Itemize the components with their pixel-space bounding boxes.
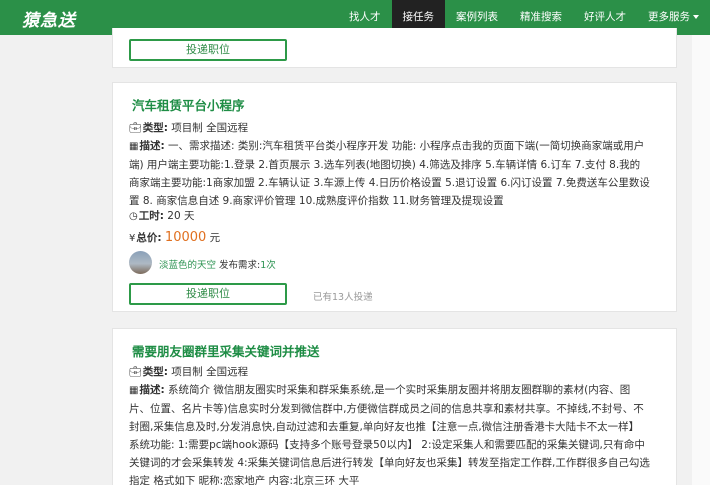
- briefcase-icon: 💼︎: [129, 367, 142, 378]
- job-card: 需要朋友圈群里采集关键词并推送 💼︎类型: 项目制 全国远程 ▦描述: 系统简介…: [112, 328, 677, 485]
- total-label: 总价:: [136, 232, 162, 244]
- apply-button[interactable]: 投递职位: [129, 39, 287, 61]
- job-title[interactable]: 汽车租赁平台小程序: [132, 95, 245, 114]
- user-name[interactable]: 淡蓝色的天空: [159, 257, 216, 271]
- desc-label: 描述:: [139, 140, 165, 152]
- job-type: 项目制 全国远程: [171, 366, 249, 378]
- nav-more-services-label: 更多服务: [648, 11, 690, 23]
- job-card: 汽车租赁平台小程序 💼︎类型: 项目制 全国远程 ▦描述: 一、需求描述: 类别…: [112, 82, 677, 312]
- user-avatar[interactable]: [129, 251, 152, 274]
- job-price-row: ¥总价: 10000 元: [129, 231, 220, 246]
- price-unit: 元: [209, 232, 221, 244]
- posted-label: 发布需求:: [219, 260, 261, 271]
- posted-count: 1次: [260, 260, 276, 271]
- job-hours: 20 天: [167, 210, 195, 222]
- brand-logo[interactable]: 猿急送: [22, 6, 76, 31]
- user-posted-info: 发布需求:1次: [219, 257, 276, 271]
- apply-button[interactable]: 投递职位: [129, 283, 287, 305]
- grid-icon: ▦: [129, 141, 139, 152]
- applicant-count: 已有13人投递: [313, 292, 373, 303]
- job-hours-row: ◷工时: 20 天: [129, 209, 194, 224]
- job-description: ▦描述: 一、需求描述: 类别:汽车租赁平台类小程序开发 功能: 小程序点击我的…: [129, 137, 651, 210]
- job-type-row: 💼︎类型: 项目制 全国远程: [129, 121, 248, 136]
- job-card-previous: 投递职位: [112, 28, 677, 68]
- right-sidebar: [692, 35, 710, 485]
- grid-icon: ▦: [129, 385, 139, 396]
- job-title[interactable]: 需要朋友圈群里采集关键词并推送: [132, 341, 320, 360]
- job-description-text: 系统简介 微信朋友圈实时采集和群采集系统,是一个实时采集朋友圈并将朋友圈群聊的素…: [129, 384, 650, 485]
- yen-icon: ¥: [129, 233, 136, 244]
- job-type-row: 💼︎类型: 项目制 全国远程: [129, 365, 248, 380]
- desc-label: 描述:: [139, 384, 165, 396]
- briefcase-icon: 💼︎: [129, 123, 142, 134]
- job-description: ▦描述: 系统简介 微信朋友圈实时采集和群采集系统,是一个实时采集朋友圈并将朋友…: [129, 381, 651, 485]
- job-price: 10000: [164, 230, 207, 245]
- type-label: 类型:: [142, 366, 168, 378]
- clock-icon: ◷: [129, 211, 138, 222]
- hours-label: 工时:: [138, 210, 164, 222]
- job-description-text: 一、需求描述: 类别:汽车租赁平台类小程序开发 功能: 小程序点击我的页面下端(…: [129, 140, 650, 207]
- job-type: 项目制 全国远程: [171, 122, 249, 134]
- type-label: 类型:: [142, 122, 168, 134]
- chevron-down-icon: [693, 15, 699, 19]
